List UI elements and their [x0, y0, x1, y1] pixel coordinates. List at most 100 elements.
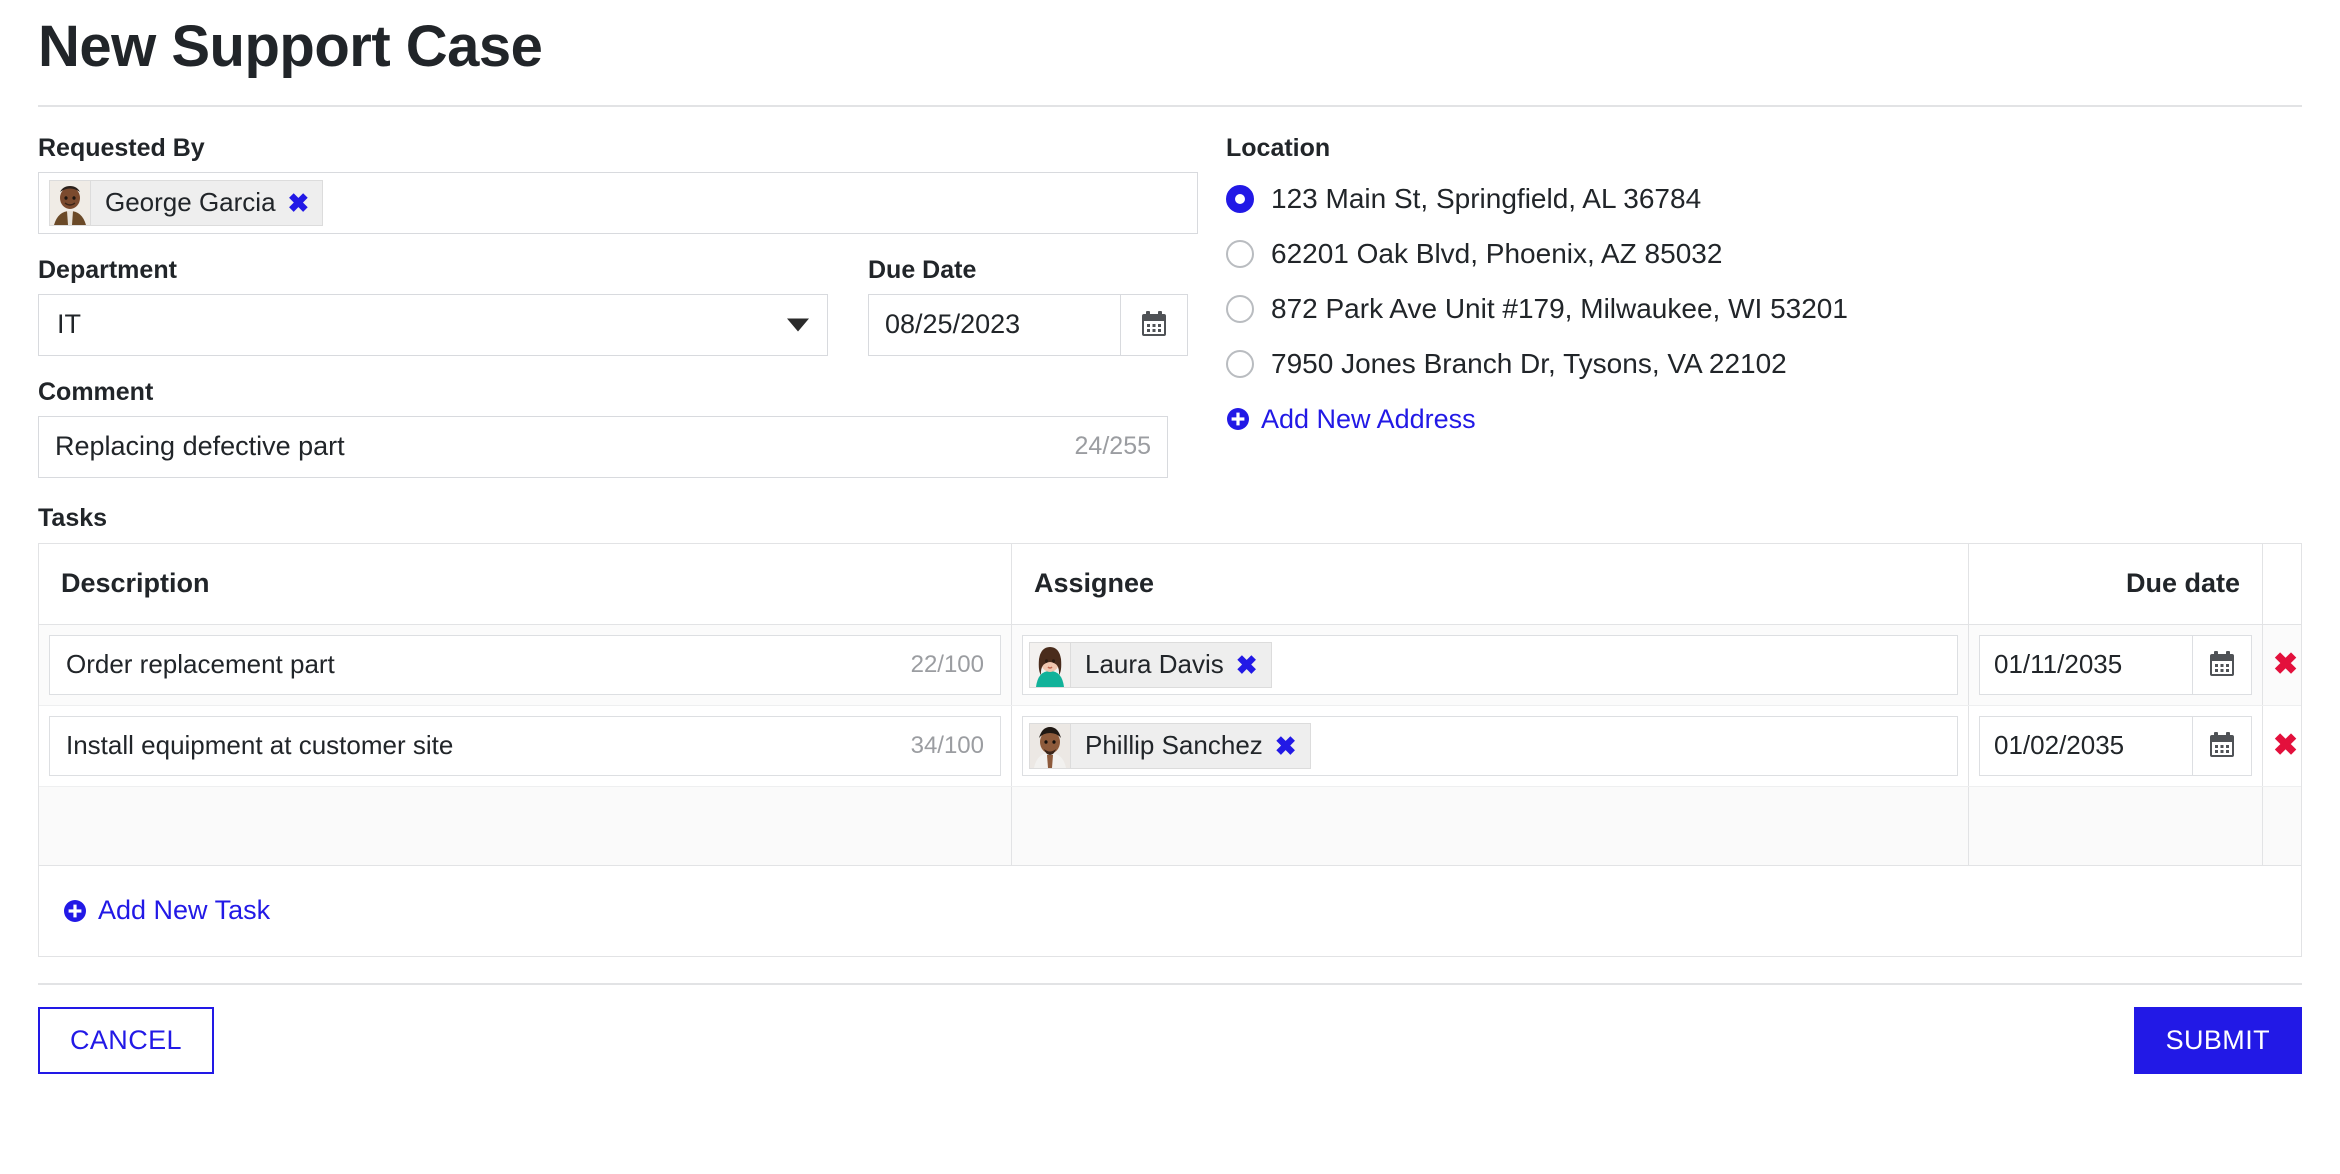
assignee-token[interactable]: Laura Davis ✖: [1029, 641, 1272, 688]
add-new-task-cell: Add New Task: [39, 866, 2301, 956]
task-description-counter: 22/100: [910, 650, 984, 678]
location-option-label: 7950 Jones Branch Dr, Tysons, VA 22102: [1271, 348, 1787, 380]
empty-actions-cell: [2263, 787, 2301, 865]
add-new-address-label: Add New Address: [1261, 403, 1476, 434]
due-date-field: Due Date 08/25/2023: [868, 255, 1188, 356]
empty-description-cell: [39, 786, 1012, 865]
comment-field: Comment Replacing defective part 24/255: [38, 377, 1198, 478]
requested-by-field: Requested By George Garcia ✖: [38, 133, 1198, 234]
task-due-date-value[interactable]: 01/02/2035: [1980, 717, 2192, 775]
empty-assignee-cell: [1012, 786, 1969, 865]
task-description-counter: 34/100: [910, 731, 984, 759]
location-option-label: 123 Main St, Springfield, AL 36784: [1271, 183, 1702, 215]
task-assignee-cell: Laura Davis ✖: [1012, 624, 1969, 705]
department-due-date-row: Department IT Due Date 08/25/2023: [38, 255, 1198, 356]
task-due-date-calendar-button[interactable]: [2192, 635, 2251, 694]
form-footer: CANCEL SUBMIT: [38, 1006, 2302, 1074]
requested-by-input[interactable]: George Garcia ✖: [38, 171, 1198, 234]
task-due-date-cell: 01/02/2035: [1969, 705, 2263, 786]
department-field: Department IT: [38, 255, 828, 356]
task-description-input[interactable]: Install equipment at customer site 34/10…: [49, 715, 1001, 776]
plus-circle-icon: [64, 899, 86, 922]
radio-icon[interactable]: [1226, 240, 1254, 269]
tasks-table: Description Assignee Due date Order repl…: [38, 542, 2302, 957]
task-description-value: Order replacement part: [66, 649, 335, 680]
avatar: [50, 180, 91, 225]
calendar-icon: [2210, 651, 2234, 677]
task-description-input[interactable]: Order replacement part 22/100: [49, 634, 1001, 695]
task-description-cell: Order replacement part 22/100: [39, 624, 1012, 705]
tasks-section: Tasks Description Assignee Due date Orde…: [38, 504, 2302, 957]
delete-task-icon[interactable]: ✖: [2273, 649, 2298, 680]
location-column: Location 123 Main St, Springfield, AL 36…: [1198, 133, 2302, 478]
requested-by-name: George Garcia: [105, 187, 276, 218]
plus-circle-icon: [1227, 408, 1249, 431]
location-label: Location: [1226, 133, 1331, 162]
table-row: Install equipment at customer site 34/10…: [39, 705, 2301, 787]
task-delete-cell: ✖: [2263, 625, 2308, 705]
chevron-down-icon: [787, 318, 809, 332]
remove-requested-by-icon[interactable]: ✖: [288, 190, 310, 216]
remove-assignee-icon[interactable]: ✖: [1275, 733, 1297, 759]
submit-button[interactable]: SUBMIT: [2133, 1006, 2302, 1074]
cancel-button[interactable]: CANCEL: [38, 1006, 214, 1074]
task-assignee-cell: Phillip Sanchez ✖: [1012, 705, 1969, 786]
add-new-task-label: Add New Task: [98, 895, 271, 926]
department-label: Department: [38, 255, 177, 284]
radio-icon[interactable]: [1226, 295, 1254, 324]
location-option-label: 62201 Oak Blvd, Phoenix, AZ 85032: [1271, 238, 1723, 270]
column-header-assignee: Assignee: [1012, 543, 1969, 624]
radio-icon[interactable]: [1226, 185, 1254, 214]
radio-icon[interactable]: [1226, 350, 1254, 379]
comment-label: Comment: [38, 377, 154, 406]
location-option-3[interactable]: 7950 Jones Branch Dr, Tysons, VA 22102: [1226, 337, 2302, 392]
footer-divider: [38, 982, 2302, 985]
comment-input[interactable]: Replacing defective part 24/255: [38, 415, 1168, 478]
comment-counter: 24/255: [1074, 432, 1151, 461]
task-assignee-input[interactable]: Phillip Sanchez ✖: [1022, 715, 1958, 776]
column-header-due-date: Due date: [1969, 543, 2263, 624]
avatar: [1030, 723, 1071, 768]
add-new-task-link[interactable]: Add New Task: [63, 895, 270, 926]
avatar: [1030, 642, 1071, 687]
requested-by-label: Requested By: [38, 133, 205, 162]
add-new-address-link[interactable]: Add New Address: [1226, 404, 1476, 435]
task-delete-cell: ✖: [2263, 706, 2308, 786]
requested-by-token[interactable]: George Garcia ✖: [49, 179, 324, 226]
calendar-icon: [2210, 732, 2234, 758]
column-header-actions: [2263, 544, 2301, 624]
assignee-name: Laura Davis: [1085, 649, 1224, 680]
department-value: IT: [57, 309, 81, 340]
support-case-form-page: New Support Case Requested By George Gar…: [0, 0, 2340, 1174]
due-date-calendar-button[interactable]: [1120, 294, 1187, 355]
table-add-row: Add New Task: [39, 866, 2301, 956]
department-select[interactable]: IT: [38, 293, 828, 356]
assignee-token[interactable]: Phillip Sanchez ✖: [1029, 722, 1311, 769]
task-due-date-value[interactable]: 01/11/2035: [1980, 636, 2192, 694]
remove-assignee-icon[interactable]: ✖: [1236, 652, 1258, 678]
left-column: Requested By George Garcia ✖ Department …: [38, 133, 1198, 478]
task-description-cell: Install equipment at customer site 34/10…: [39, 705, 1012, 786]
location-option-0[interactable]: 123 Main St, Springfield, AL 36784: [1226, 172, 2302, 227]
location-option-2[interactable]: 872 Park Ave Unit #179, Milwaukee, WI 53…: [1226, 282, 2302, 337]
task-due-date-calendar-button[interactable]: [2192, 716, 2251, 775]
top-fields-grid: Requested By George Garcia ✖ Department …: [38, 133, 2302, 478]
task-due-date-input-group[interactable]: 01/11/2035: [1979, 634, 2252, 695]
due-date-value[interactable]: 08/25/2023: [869, 295, 1120, 355]
table-row: Order replacement part 22/100 Laura Davi…: [39, 624, 2301, 706]
task-description-value: Install equipment at customer site: [66, 730, 454, 761]
task-due-date-cell: 01/11/2035: [1969, 624, 2263, 705]
empty-due-date-cell: [1969, 786, 2263, 865]
task-assignee-input[interactable]: Laura Davis ✖: [1022, 634, 1958, 695]
task-due-date-input-group[interactable]: 01/02/2035: [1979, 715, 2252, 776]
location-option-label: 872 Park Ave Unit #179, Milwaukee, WI 53…: [1271, 293, 1848, 325]
page-title: New Support Case: [38, 14, 543, 79]
assignee-name: Phillip Sanchez: [1085, 730, 1263, 761]
due-date-input-group[interactable]: 08/25/2023: [868, 293, 1188, 356]
location-option-1[interactable]: 62201 Oak Blvd, Phoenix, AZ 85032: [1226, 227, 2302, 282]
delete-task-icon[interactable]: ✖: [2273, 730, 2298, 761]
due-date-label: Due Date: [868, 255, 977, 284]
column-header-description: Description: [39, 543, 1012, 624]
table-empty-row: [39, 786, 2301, 866]
tasks-table-header: Description Assignee Due date: [39, 543, 2301, 625]
